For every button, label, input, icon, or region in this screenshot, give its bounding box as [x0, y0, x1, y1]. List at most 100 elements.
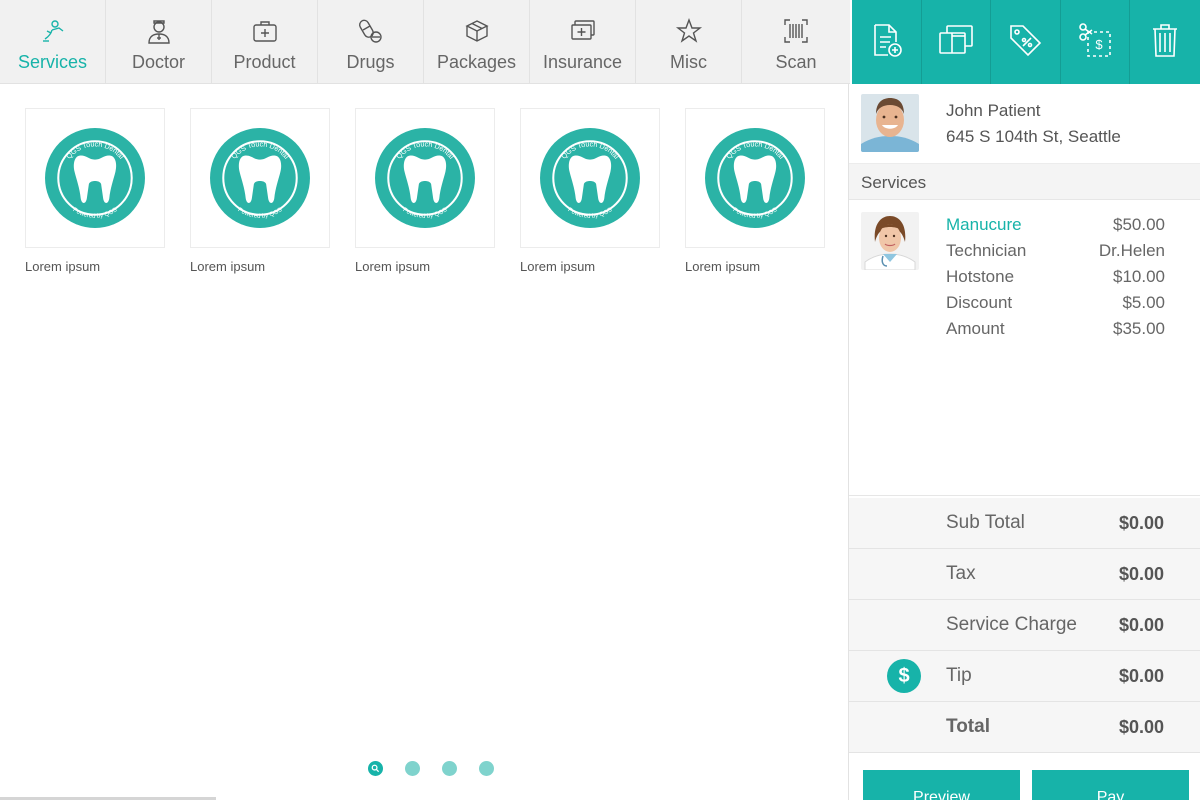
preview-button[interactable]: Preview [863, 770, 1020, 800]
product-card[interactable]: QGS Touch Dental Powered by QGS Lorem ip… [190, 108, 330, 274]
tab-scan[interactable]: Scan [742, 0, 850, 84]
tip-row: $ Tip $0.00 [849, 651, 1200, 702]
insurance-card-icon [568, 16, 598, 46]
technician-value: Dr.Helen [1098, 241, 1165, 260]
tip-dollar-icon[interactable]: $ [887, 659, 921, 693]
tooth-logo-icon: QGS Touch Dental Powered by QGS [705, 128, 805, 228]
patient-avatar [861, 94, 919, 152]
product-thumbnail: QGS Touch Dental Powered by QGS [355, 108, 495, 248]
tab-label: Product [233, 52, 296, 72]
product-caption: Lorem ipsum [520, 259, 596, 274]
service-charge-value: $0.00 [1118, 614, 1164, 635]
subtotal-value: $0.00 [1118, 512, 1164, 533]
service-price: $50.00 [1113, 215, 1165, 234]
tip-value: $0.00 [1118, 665, 1164, 686]
copy-ticket-icon [936, 20, 976, 65]
addon-label: Hotstone [946, 267, 1015, 286]
tab-label: Drugs [346, 52, 395, 72]
tab-product[interactable]: Product [212, 0, 318, 84]
discount-button[interactable] [991, 0, 1061, 84]
service-charge-label: Service Charge [946, 614, 1077, 635]
addon-value: $10.00 [1113, 267, 1165, 286]
subtotal-row: Sub Total $0.00 [849, 498, 1200, 549]
amount-value: $35.00 [1113, 319, 1165, 338]
tooth-logo-icon: QGS Touch Dental Powered by QGS [45, 128, 145, 228]
service-line: Manucure $50.00 [946, 212, 1165, 238]
discount-tag-icon [1005, 20, 1045, 65]
tooth-logo-icon: QGS Touch Dental Powered by QGS [375, 128, 475, 228]
tab-label: Scan [775, 52, 817, 72]
tab-doctor[interactable]: Doctor [106, 0, 212, 84]
product-thumbnail: QGS Touch Dental Powered by QGS [685, 108, 825, 248]
package-box-icon [462, 16, 492, 46]
total-row: Total $0.00 [849, 702, 1200, 753]
tab-drugs[interactable]: Drugs [318, 0, 424, 84]
tax-row: Tax $0.00 [849, 549, 1200, 600]
barcode-scan-icon [781, 16, 811, 46]
patient-address: 645 S 104th St, Seattle [946, 127, 1121, 146]
split-coupon-icon: $ [1075, 20, 1115, 65]
service-item[interactable]: Manucure $50.00 Technician Dr.Helen Hots… [849, 200, 1200, 496]
product-card[interactable]: QGS Touch Dental Powered by QGS Lorem ip… [25, 108, 165, 274]
pay-button[interactable]: Pay [1032, 770, 1189, 800]
amount-label: Amount [946, 319, 1005, 338]
service-details: Manucure $50.00 Technician Dr.Helen Hots… [946, 212, 1165, 495]
new-ticket-button[interactable] [852, 0, 922, 84]
service-line: Hotstone $10.00 [946, 264, 1165, 290]
ticket-panel: John Patient 645 S 104th St, Seattle Ser… [848, 84, 1200, 800]
ticket-action-bar: $ [852, 0, 1200, 84]
add-document-icon [866, 20, 906, 65]
tooth-logo-icon: QGS Touch Dental Powered by QGS [540, 128, 640, 228]
checkout-buttons: Preview Pay [863, 770, 1189, 800]
trash-icon [1145, 20, 1185, 65]
service-line: Technician Dr.Helen [946, 238, 1165, 264]
tab-services[interactable]: Services [0, 0, 106, 84]
product-caption: Lorem ipsum [685, 259, 761, 274]
tab-insurance[interactable]: Insurance [530, 0, 636, 84]
patient-header[interactable]: John Patient 645 S 104th St, Seattle [849, 84, 1200, 164]
total-value: $0.00 [1118, 716, 1164, 737]
technician-avatar [861, 212, 919, 270]
page-indicator [368, 761, 494, 776]
total-label: Total [946, 716, 990, 737]
product-grid: QGS Touch Dental Powered by QGS Lorem ip… [25, 108, 825, 274]
page-dot-current[interactable] [368, 761, 383, 776]
tab-misc[interactable]: Misc [636, 0, 742, 84]
coupon-button[interactable]: $ [1061, 0, 1131, 84]
product-thumbnail: QGS Touch Dental Powered by QGS [25, 108, 165, 248]
delete-button[interactable] [1130, 0, 1200, 84]
pill-capsule-icon [356, 16, 386, 46]
patient-name: John Patient [946, 101, 1041, 120]
product-caption: Lorem ipsum [190, 259, 266, 274]
copy-ticket-button[interactable] [922, 0, 992, 84]
totals-section: Sub Total $0.00 Tax $0.00 Service Charge… [849, 498, 1200, 753]
technician-label: Technician [946, 241, 1027, 260]
tab-label: Misc [670, 52, 707, 72]
product-thumbnail: QGS Touch Dental Powered by QGS [520, 108, 660, 248]
star-icon [674, 16, 704, 46]
tab-label: Packages [436, 52, 517, 72]
tab-label: Doctor [131, 52, 185, 72]
product-card[interactable]: QGS Touch Dental Powered by QGS Lorem ip… [685, 108, 825, 274]
product-card[interactable]: QGS Touch Dental Powered by QGS Lorem ip… [520, 108, 660, 274]
doctor-icon [144, 16, 174, 46]
product-caption: Lorem ipsum [25, 259, 101, 274]
product-thumbnail: QGS Touch Dental Powered by QGS [190, 108, 330, 248]
discount-label: Discount [946, 293, 1013, 312]
tab-label: Services [17, 52, 88, 72]
page-dot[interactable] [479, 761, 494, 776]
tax-label: Tax [946, 563, 976, 584]
tip-label: Tip [946, 665, 972, 686]
page-dot[interactable] [405, 761, 420, 776]
product-card[interactable]: QGS Touch Dental Powered by QGS Lorem ip… [355, 108, 495, 274]
product-caption: Lorem ipsum [355, 259, 431, 274]
service-name: Manucure [946, 215, 1022, 234]
service-line: Discount $5.00 [946, 290, 1165, 316]
svg-text:$: $ [1095, 37, 1103, 52]
tax-value: $0.00 [1118, 563, 1164, 584]
first-aid-kit-icon [250, 16, 280, 46]
search-icon [371, 764, 380, 773]
tab-packages[interactable]: Packages [424, 0, 530, 84]
page-dot[interactable] [442, 761, 457, 776]
category-tab-bar: Services Doctor Product Drugs Packages I… [0, 0, 850, 84]
